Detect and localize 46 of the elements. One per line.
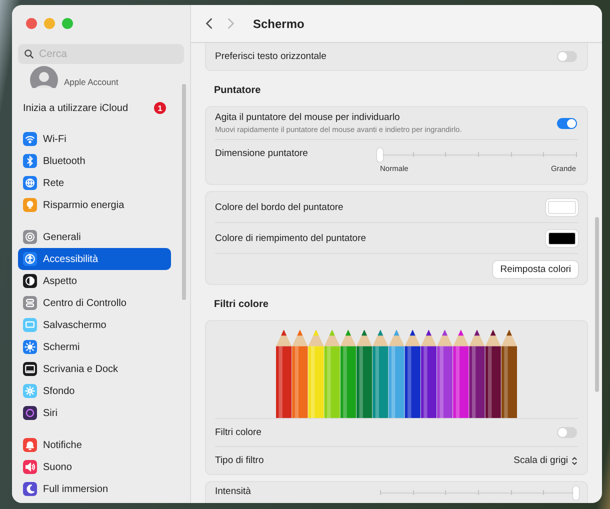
sidebar-item[interactable]: Generali <box>18 226 171 248</box>
section-heading: Puntatore <box>214 85 262 96</box>
back-button[interactable] <box>205 17 214 30</box>
sidebar-item[interactable]: Wi-Fi <box>18 128 171 150</box>
sidebar-item[interactable]: Sfondo <box>18 380 171 402</box>
notification-badge: 1 <box>154 102 166 114</box>
sidebar-item[interactable]: Centro di Controllo <box>18 292 171 314</box>
setting-label: Dimensione puntatore <box>215 148 308 159</box>
sidebar-item[interactable]: Notifiche <box>18 434 171 456</box>
sidebar-item[interactable]: Accessibilità <box>18 248 171 270</box>
icloud-prompt[interactable]: Inizia a utilizzare iCloud <box>23 102 128 114</box>
toggle-switch[interactable] <box>557 427 577 438</box>
scrollbar[interactable] <box>595 217 599 392</box>
setting-label: Colore di riempimento del puntatore <box>215 232 366 244</box>
sidebar-item[interactable]: Siri <box>18 402 171 424</box>
sidebar-item[interactable]: Salvaschermo <box>18 314 171 336</box>
reset-button[interactable]: Reimposta colori <box>493 260 578 278</box>
chevron-icon <box>571 456 578 466</box>
sidebar-item[interactable]: Suono <box>18 456 171 478</box>
toggle-switch[interactable] <box>557 118 577 128</box>
setting-label: Tipo di filtro <box>215 455 264 466</box>
setting-label: Filtri colore <box>215 427 262 438</box>
sidebar-item[interactable]: Aspetto <box>18 270 171 292</box>
filter-popup[interactable]: Scala di grigi <box>514 455 578 466</box>
avatar-icon <box>30 66 58 88</box>
setting-label: Preferisci testo orizzontale <box>215 51 326 62</box>
slider-thumb[interactable] <box>573 486 579 500</box>
sidebar-item[interactable]: Scrivania e Dock <box>18 358 171 380</box>
sidebar-item[interactable]: Full immersion <box>18 478 171 500</box>
account-subtitle: Apple Account <box>64 77 118 88</box>
forward-button[interactable] <box>226 17 235 30</box>
close-button[interactable] <box>26 18 37 29</box>
sidebar-item[interactable]: Risparmio energia <box>18 194 171 216</box>
zoom-button[interactable] <box>62 18 73 29</box>
scrollbar[interactable] <box>182 84 186 300</box>
minimize-button[interactable] <box>44 18 55 29</box>
setting-label: Agita il puntatore del mouse per individuarlo <box>215 112 401 123</box>
sidebar-item[interactable]: Bluetooth <box>18 150 171 172</box>
sidebar-item[interactable]: Rete <box>18 172 171 194</box>
toggle-switch[interactable] <box>557 51 577 62</box>
slider-thumb[interactable] <box>377 148 383 162</box>
setting-label: Colore del bordo del puntatore <box>215 202 344 212</box>
setting-label: Intensità <box>215 486 251 497</box>
sidebar-item[interactable]: Schermi <box>18 336 171 358</box>
section-heading: Filtri colore <box>214 299 270 310</box>
window-title: Schermo <box>253 16 304 30</box>
